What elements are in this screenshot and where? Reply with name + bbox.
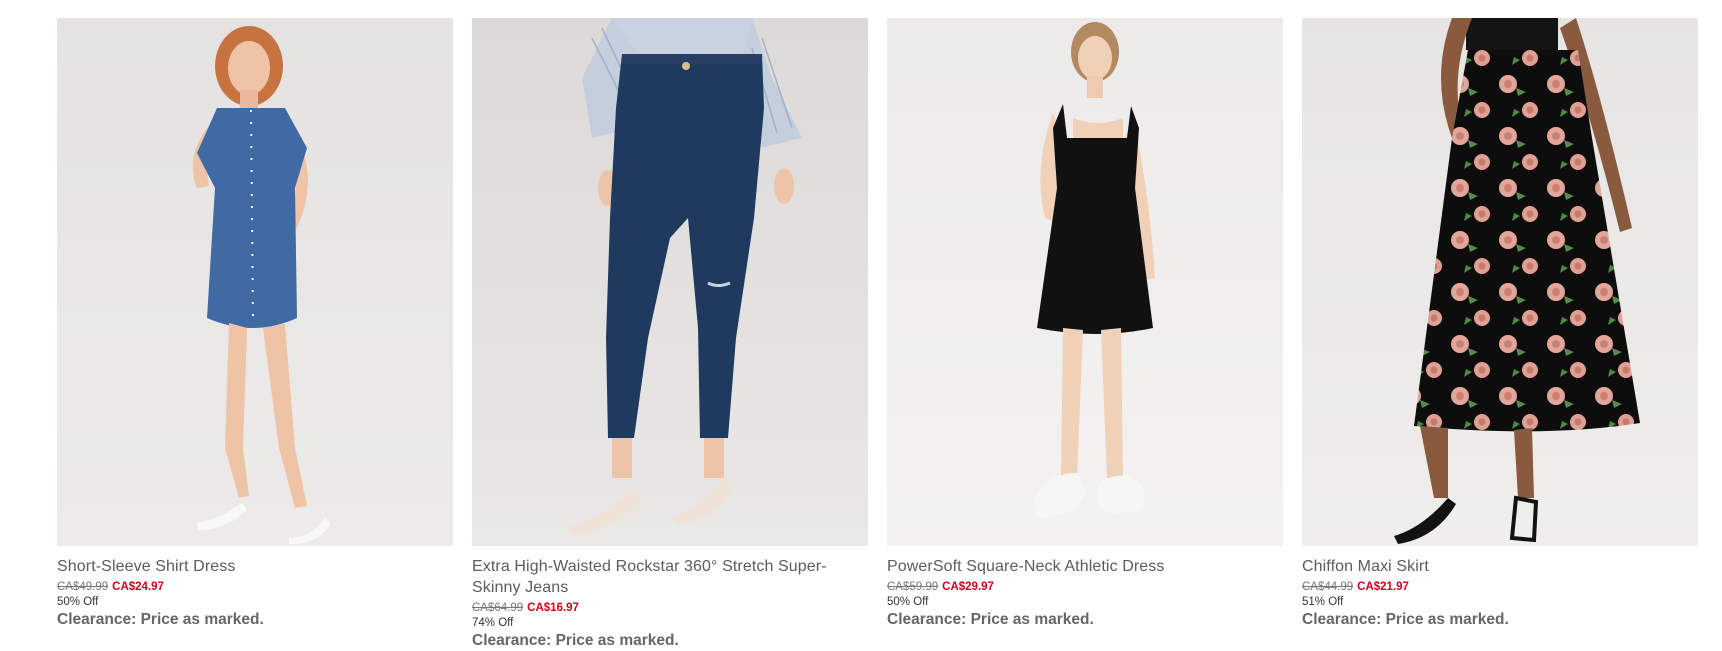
product-prices: CA$49.99 CA$24.97 [57, 580, 453, 594]
original-price: CA$44.99 [1302, 581, 1354, 593]
floral-maxi-skirt-photo [1302, 18, 1698, 546]
sale-price: CA$21.97 [1357, 581, 1409, 593]
product-card[interactable]: Chiffon Maxi Skirt CA$44.99 CA$21.97 51% … [1302, 18, 1698, 650]
skinny-jeans-photo [472, 18, 868, 546]
product-title[interactable]: Short-Sleeve Shirt Dress [57, 556, 453, 577]
discount-label: 50% Off [887, 596, 929, 608]
denim-shirt-dress-photo [57, 18, 453, 546]
product-card[interactable]: PowerSoft Square-Neck Athletic Dress CA$… [887, 18, 1283, 650]
sale-price: CA$29.97 [942, 581, 994, 593]
discount-label: 74% Off [472, 617, 514, 629]
original-price: CA$59.99 [887, 581, 939, 593]
discount-label: 50% Off [57, 596, 99, 608]
product-image-link[interactable] [887, 18, 1283, 546]
sale-price: CA$24.97 [112, 581, 164, 593]
product-title[interactable]: PowerSoft Square-Neck Athletic Dress [887, 556, 1283, 577]
clearance-note: Clearance: Price as marked. [1302, 611, 1509, 628]
original-price: CA$64.99 [472, 602, 524, 614]
product-card[interactable]: Extra High-Waisted Rockstar 360° Stretch… [472, 18, 868, 650]
sale-price: CA$16.97 [527, 602, 579, 614]
product-card[interactable]: Short-Sleeve Shirt Dress CA$49.99 CA$24.9… [57, 18, 453, 650]
product-image-link[interactable] [57, 18, 453, 546]
product-image-link[interactable] [472, 18, 868, 546]
product-prices: CA$59.99 CA$29.97 [887, 580, 1283, 594]
clearance-note: Clearance: Price as marked. [472, 632, 679, 649]
discount-label: 51% Off [1302, 596, 1344, 608]
clearance-note: Clearance: Price as marked. [57, 611, 264, 628]
product-grid: Short-Sleeve Shirt Dress CA$49.99 CA$24.9… [57, 18, 1698, 650]
product-image-link[interactable] [1302, 18, 1698, 546]
product-prices: CA$64.99 CA$16.97 [472, 601, 868, 615]
product-title[interactable]: Chiffon Maxi Skirt [1302, 556, 1698, 577]
clearance-note: Clearance: Price as marked. [887, 611, 1094, 628]
black-athletic-dress-photo [887, 18, 1283, 546]
original-price: CA$49.99 [57, 581, 109, 593]
product-prices: CA$44.99 CA$21.97 [1302, 580, 1698, 594]
product-title[interactable]: Extra High-Waisted Rockstar 360° Stretch… [472, 556, 868, 598]
